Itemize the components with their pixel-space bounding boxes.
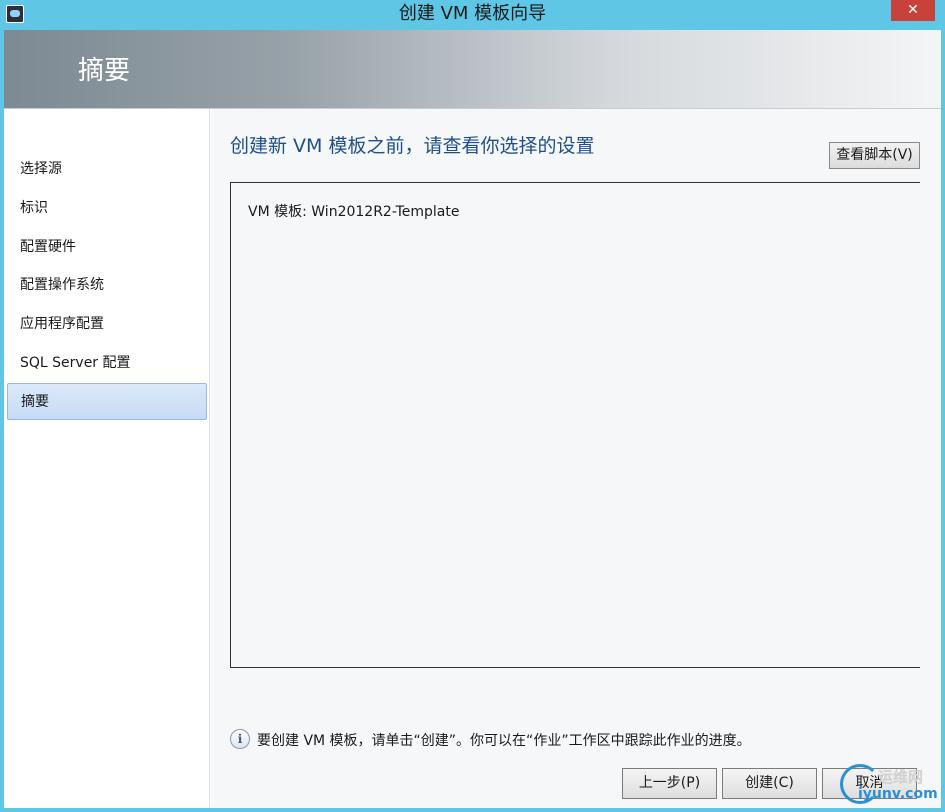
view-script-button[interactable]: 查看脚本(V) xyxy=(829,142,920,169)
section-heading: 创建新 VM 模板之前，请查看你选择的设置 xyxy=(230,135,595,157)
nav-item-configure-hardware[interactable]: 配置硬件 xyxy=(7,229,207,266)
nav-item-configure-os[interactable]: 配置操作系统 xyxy=(7,267,207,304)
wizard-client-area: 摘要 选择源 标识 配置硬件 配置操作系统 应用程序配置 SQL Server … xyxy=(4,30,941,808)
step-navigation: 选择源 标识 配置硬件 配置操作系统 应用程序配置 SQL Server 配置 … xyxy=(4,109,210,808)
info-icon: i xyxy=(230,729,250,749)
watermark-text-bottom: iyunv.com xyxy=(858,786,938,802)
wizard-window: 创建 VM 模板向导 ✕ 摘要 选择源 标识 配置硬件 配置操作系统 应用程序配… xyxy=(0,0,945,812)
main-content: 创建新 VM 模板之前，请查看你选择的设置 查看脚本(V) VM 模板: Win… xyxy=(211,109,941,757)
nav-item-sql-server-config[interactable]: SQL Server 配置 xyxy=(7,345,207,382)
watermark-logo: 运维网 iyunv.com xyxy=(838,760,943,810)
window-title: 创建 VM 模板向导 xyxy=(398,3,547,24)
title-bar: 创建 VM 模板向导 ✕ xyxy=(0,0,945,30)
nav-item-application-config[interactable]: 应用程序配置 xyxy=(7,306,207,343)
info-text: 要创建 VM 模板，请单击“创建”。你可以在“作业”工作区中跟踪此作业的进度。 xyxy=(257,733,751,749)
close-button[interactable]: ✕ xyxy=(891,0,935,21)
header-banner: 摘要 xyxy=(4,30,941,109)
summary-box[interactable]: VM 模板: Win2012R2-Template xyxy=(230,182,920,668)
nav-item-identity[interactable]: 标识 xyxy=(7,190,207,227)
create-button[interactable]: 创建(C) xyxy=(722,768,817,799)
nav-item-summary[interactable]: 摘要 xyxy=(7,383,207,420)
page-title: 摘要 xyxy=(78,56,131,86)
watermark-text-top: 运维网 xyxy=(878,768,924,786)
summary-template-line: VM 模板: Win2012R2-Template xyxy=(248,204,460,220)
back-button[interactable]: 上一步(P) xyxy=(622,768,717,799)
footer-buttons: 上一步(P) 创建(C) 取消 xyxy=(211,757,941,808)
nav-item-select-source[interactable]: 选择源 xyxy=(7,151,207,188)
